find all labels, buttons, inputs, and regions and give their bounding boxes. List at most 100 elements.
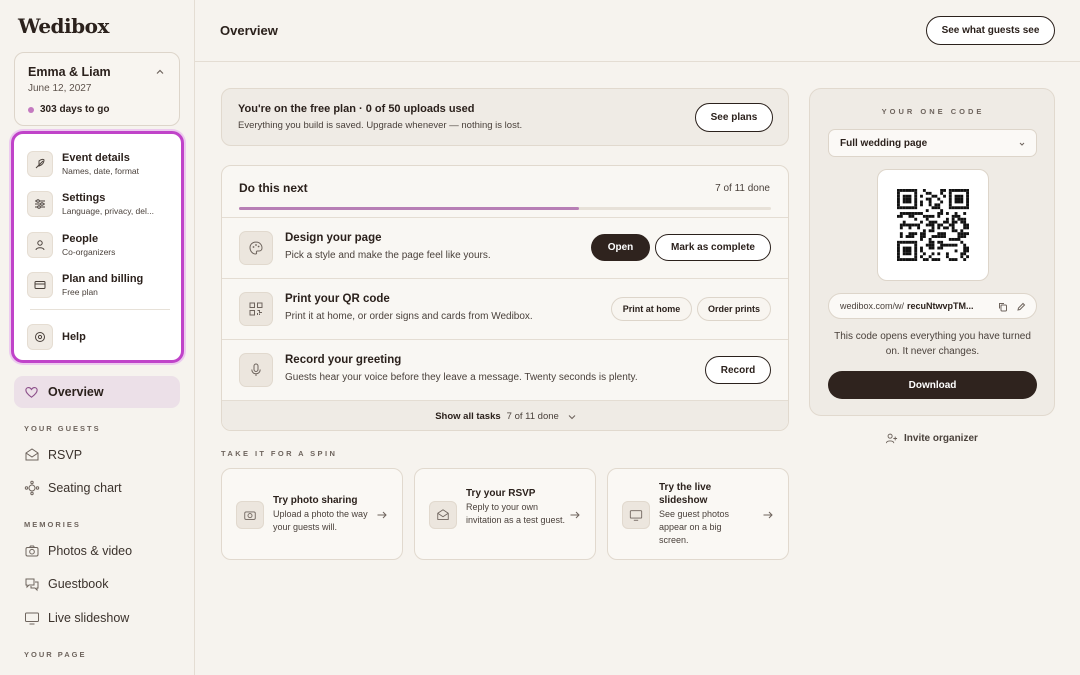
select-value: Full wedding page: [840, 137, 928, 149]
spin-subtitle: Reply to your own invitation as a test g…: [466, 502, 566, 525]
menu-item-event-details[interactable]: Event details Names, date, format: [27, 147, 177, 181]
tasks-card: Do this next 7 of 11 done Design your pa…: [221, 165, 789, 431]
task-row-greeting: Record your greeting Guests hear your vo…: [222, 339, 788, 400]
menu-title: Event details: [62, 152, 130, 164]
heart-icon: [25, 386, 38, 398]
invite-label: Invite organizer: [904, 433, 978, 444]
download-button[interactable]: Download: [828, 371, 1037, 399]
record-button[interactable]: Record: [705, 356, 771, 384]
nav-item-photos[interactable]: Photos & video: [24, 543, 132, 559]
help-icon: [27, 324, 53, 350]
plan-subtitle: Everything you build is saved. Upgrade w…: [238, 120, 523, 131]
top-bar: Overview See what guests see: [195, 0, 1080, 62]
spin-title: Try photo sharing: [273, 495, 358, 506]
menu-subtitle: Free plan: [62, 287, 98, 297]
envelope-icon: [429, 501, 457, 529]
task-subtitle: Print it at home, or order signs and car…: [285, 311, 533, 322]
event-menu: Event details Names, date, format Settin…: [11, 131, 184, 363]
invite-organizer-button[interactable]: Invite organizer: [885, 432, 978, 445]
sidebar: Wedibox Emma & Liam June 12, 2027 303 da…: [0, 0, 195, 675]
spin-title: Try the live slideshow: [659, 482, 712, 506]
spin-title: Try your RSVP: [466, 488, 536, 499]
nav-label: Photos & video: [48, 544, 133, 558]
add-person-icon: [885, 433, 898, 444]
chat-icon: [25, 578, 39, 592]
wedding-date: June 12, 2027: [28, 83, 92, 94]
code-note: This code opens everything you have turn…: [834, 331, 1031, 357]
nav-item-seating[interactable]: Seating chart: [24, 480, 122, 496]
brand-logo[interactable]: Wedibox: [18, 14, 109, 38]
mark-complete-button[interactable]: Mark as complete: [655, 234, 771, 261]
card-icon: [27, 272, 53, 298]
menu-title: People: [62, 233, 99, 245]
section-label-page: YOUR PAGE: [24, 650, 87, 659]
pencil-icon[interactable]: [1016, 302, 1026, 312]
nav-item-slideshow[interactable]: Live slideshow: [24, 610, 129, 626]
menu-title: Settings: [62, 192, 106, 204]
task-title: Print your QR code: [285, 293, 390, 305]
feather-icon: [27, 151, 53, 177]
countdown: 303 days to go: [28, 104, 109, 115]
arrow-right-icon: [377, 511, 387, 519]
task-title: Record your greeting: [285, 354, 402, 366]
mic-icon: [239, 353, 273, 387]
tasks-progress-bar: [239, 207, 771, 210]
menu-item-settings[interactable]: Settings Language, privacy, del...: [27, 187, 177, 221]
chevron-down-icon: [1019, 142, 1025, 146]
tasks-heading: Do this next: [239, 181, 308, 195]
camera-icon: [236, 501, 264, 529]
camera-icon: [25, 545, 39, 557]
menu-item-plan-billing[interactable]: Plan and billing Free plan: [27, 268, 177, 302]
task-row-design: Design your page Pick a style and make t…: [222, 217, 788, 278]
spin-section-label: TAKE IT FOR A SPIN: [221, 449, 338, 458]
qr-code: [877, 169, 989, 281]
nav-item-rsvp[interactable]: RSVP: [24, 447, 82, 463]
task-row-qr: Print your QR code Print it at home, or …: [222, 278, 788, 339]
task-subtitle: Guests hear your voice before they leave…: [285, 372, 638, 383]
menu-subtitle: Names, date, format: [62, 166, 140, 176]
qr-code-image: [897, 189, 969, 261]
code-target-select[interactable]: Full wedding page: [828, 129, 1037, 157]
section-label-guests: YOUR GUESTS: [24, 424, 101, 433]
copy-icon[interactable]: [998, 302, 1008, 312]
print-at-home-button[interactable]: Print at home: [611, 297, 692, 321]
plan-title: You're on the free plan · 0 of 50 upload…: [238, 103, 475, 115]
nav-label: Seating chart: [48, 481, 122, 495]
spin-subtitle: See guest photos appear on a big screen.: [659, 509, 730, 545]
order-prints-button[interactable]: Order prints: [697, 297, 771, 321]
event-switcher[interactable]: Emma & Liam June 12, 2027 303 days to go: [14, 52, 180, 126]
one-code-card: YOUR ONE CODE Full wedding page wedibox.…: [809, 88, 1055, 416]
show-all-count: 7 of 11 done: [506, 411, 559, 422]
one-code-label: YOUR ONE CODE: [881, 107, 985, 116]
spin-card-rsvp[interactable]: Try your RSVP Reply to your own invitati…: [414, 468, 596, 560]
nav-item-overview[interactable]: Overview: [14, 376, 180, 408]
see-what-guests-see-button[interactable]: See what guests see: [926, 16, 1055, 45]
open-button[interactable]: Open: [591, 234, 650, 261]
show-all-label: Show all tasks: [435, 411, 501, 422]
chevron-up-icon: [156, 69, 164, 74]
menu-item-people[interactable]: People Co-organizers: [27, 228, 177, 262]
menu-item-help[interactable]: Help: [27, 320, 177, 354]
tasks-progress-fill: [239, 207, 580, 210]
arrow-right-icon: [570, 511, 580, 519]
see-plans-button[interactable]: See plans: [695, 103, 773, 132]
nav-item-guestbook[interactable]: Guestbook: [24, 576, 108, 592]
palette-icon: [239, 231, 273, 265]
page-title: Overview: [220, 23, 278, 38]
menu-divider: [30, 309, 170, 310]
nav-label: RSVP: [48, 448, 83, 462]
menu-subtitle: Co-organizers: [62, 247, 116, 257]
envelope-icon: [25, 448, 39, 461]
section-label-memories: MEMORIES: [24, 520, 81, 529]
code-url-field[interactable]: wedibox.com/w/ recuNtwvpTM...: [828, 293, 1037, 319]
spin-card-photo-sharing[interactable]: Try photo sharing Upload a photo the way…: [221, 468, 403, 560]
spin-card-slideshow[interactable]: Try the live slideshow See guest photos …: [607, 468, 789, 560]
spin-subtitle: Upload a photo the way your guests will.: [273, 509, 368, 532]
nav-label: Overview: [48, 385, 104, 399]
people-icon: [27, 232, 53, 258]
plan-banner: You're on the free plan · 0 of 50 upload…: [221, 88, 789, 146]
task-title: Design your page: [285, 232, 382, 244]
task-subtitle: Pick a style and make the page feel like…: [285, 250, 491, 261]
show-all-tasks-toggle[interactable]: Show all tasks 7 of 11 done: [222, 400, 788, 430]
countdown-text: 303 days to go: [40, 104, 110, 115]
